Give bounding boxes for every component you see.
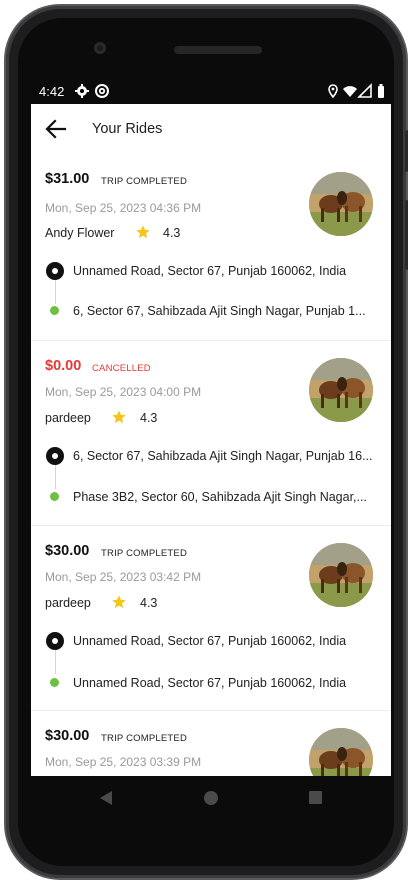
signal-icon — [357, 83, 372, 98]
driver-avatar — [309, 358, 373, 422]
dropoff-address: Unnamed Road, Sector 67, Punjab 160062, … — [73, 676, 347, 690]
rides-screen: Your Rides $31.00 TRIP COMPLETED Mon, Se… — [31, 104, 391, 776]
ride-date: Mon, Sep 25, 2023 04:00 PM — [45, 385, 202, 399]
route-line — [54, 650, 56, 674]
gear-icon — [75, 84, 89, 98]
page-title: Your Rides — [92, 121, 163, 137]
ride-card[interactable]: $30.00 TRIP COMPLETED Mon, Sep 25, 2023 … — [31, 711, 391, 776]
ride-status: TRIP COMPLETED — [101, 548, 188, 559]
driver-avatar — [309, 728, 373, 776]
volume-button — [405, 130, 408, 172]
driver-name: pardeep — [45, 411, 91, 425]
pickup-marker-icon — [46, 632, 64, 650]
driver-rating: 4.3 — [140, 411, 158, 425]
driver-name: pardeep — [45, 596, 91, 610]
driver-avatar — [309, 172, 373, 236]
location-icon — [328, 84, 338, 99]
ride-fare: $31.00 — [45, 171, 90, 187]
ride-status: TRIP COMPLETED — [101, 733, 188, 744]
ride-fare: $0.00 — [45, 358, 82, 374]
front-camera — [94, 42, 106, 54]
dropoff-address: 6, Sector 67, Sahibzada Ajit Singh Nagar… — [73, 304, 366, 318]
ride-card[interactable]: $30.00 TRIP COMPLETED Mon, Sep 25, 2023 … — [31, 526, 391, 711]
dropoff-address: Phase 3B2, Sector 60, Sahibzada Ajit Sin… — [73, 490, 367, 504]
pickup-address: Unnamed Road, Sector 67, Punjab 160062, … — [73, 634, 347, 648]
route-line — [54, 465, 56, 489]
nav-recents-icon[interactable] — [309, 791, 322, 804]
driver-rating: 4.3 — [163, 226, 181, 240]
driver-name: Andy Flower — [45, 226, 115, 240]
system-nav-bar — [31, 776, 391, 820]
star-icon — [136, 225, 150, 239]
ride-fare: $30.00 — [45, 543, 90, 559]
pickup-address: 6, Sector 67, Sahibzada Ajit Singh Nagar… — [73, 449, 373, 463]
wifi-icon — [343, 86, 357, 97]
ride-date: Mon, Sep 25, 2023 04:36 PM — [45, 201, 202, 215]
nav-back-icon[interactable] — [99, 790, 113, 806]
driver-avatar — [309, 543, 373, 607]
route-line — [54, 280, 56, 304]
at-icon — [95, 84, 109, 98]
status-time: 4:42 — [39, 84, 65, 99]
ride-date: Mon, Sep 25, 2023 03:39 PM — [45, 755, 202, 769]
pickup-address: Unnamed Road, Sector 67, Punjab 160062, … — [73, 264, 347, 278]
arrow-left-icon[interactable] — [43, 116, 69, 142]
earpiece-speaker — [174, 46, 262, 54]
ride-card[interactable]: $31.00 TRIP COMPLETED Mon, Sep 25, 2023 … — [31, 156, 391, 341]
dropoff-marker-icon — [50, 306, 59, 315]
power-button — [405, 200, 408, 270]
dropoff-marker-icon — [50, 678, 59, 687]
status-bar: 4:42 — [31, 80, 391, 104]
ride-status: TRIP COMPLETED — [101, 176, 188, 187]
ride-card[interactable]: $0.00 CANCELLED Mon, Sep 25, 2023 04:00 … — [31, 341, 391, 526]
star-icon — [112, 595, 126, 609]
battery-icon — [378, 84, 384, 98]
ride-fare: $30.00 — [45, 728, 90, 744]
star-icon — [112, 410, 126, 424]
nav-home-icon[interactable] — [204, 791, 218, 805]
driver-rating: 4.3 — [140, 596, 158, 610]
pickup-marker-icon — [46, 447, 64, 465]
ride-date: Mon, Sep 25, 2023 03:42 PM — [45, 570, 202, 584]
ride-status: CANCELLED — [92, 363, 151, 374]
pickup-marker-icon — [46, 262, 64, 280]
dropoff-marker-icon — [50, 492, 59, 501]
app-bar: Your Rides — [31, 104, 391, 156]
